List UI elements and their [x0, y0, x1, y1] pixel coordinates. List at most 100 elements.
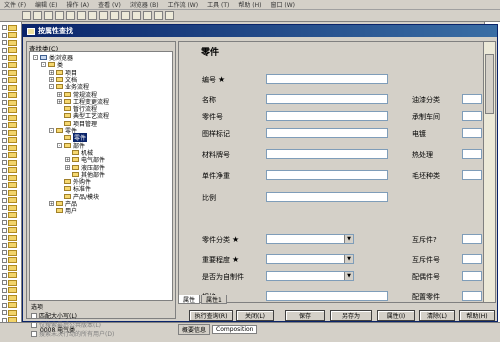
expand-toggle-icon[interactable] — [2, 152, 7, 158]
expand-toggle-icon[interactable] — [2, 175, 7, 180]
background-tree-node[interactable] — [2, 167, 20, 174]
expand-toggle-icon[interactable] — [2, 55, 7, 60]
toolbar-button[interactable] — [33, 11, 42, 20]
toolbar-button[interactable] — [165, 11, 174, 20]
expand-icon[interactable]: + — [49, 201, 54, 206]
background-tree-node[interactable] — [2, 32, 20, 39]
expand-toggle-icon[interactable] — [2, 100, 7, 105]
background-tree[interactable] — [0, 22, 22, 336]
menu-item[interactable]: 帮助 (H) — [238, 0, 261, 9]
background-tree-node[interactable] — [2, 264, 20, 271]
background-tree-node[interactable] — [2, 279, 20, 286]
background-tree-node[interactable] — [2, 212, 20, 219]
expand-toggle-icon[interactable] — [2, 242, 7, 248]
background-tree-node[interactable] — [2, 69, 20, 76]
expand-toggle-icon[interactable] — [2, 77, 7, 83]
form-scrollbar[interactable] — [483, 42, 495, 302]
expand-icon[interactable]: + — [49, 69, 54, 75]
field-input[interactable] — [462, 128, 482, 138]
properties-button[interactable]: 属性(I) — [377, 310, 415, 321]
background-tree-node[interactable] — [2, 272, 20, 279]
background-tree-node[interactable] — [2, 309, 20, 316]
toolbar-button[interactable] — [143, 11, 152, 20]
expand-toggle-icon[interactable] — [2, 190, 7, 195]
match-case-option[interactable]: 匹配大小写(L) — [31, 311, 77, 320]
background-tree-node[interactable] — [2, 287, 20, 294]
field-input[interactable] — [462, 254, 482, 264]
background-tree-node[interactable] — [2, 242, 20, 249]
toolbar-button[interactable] — [22, 11, 31, 20]
background-tree-node[interactable] — [2, 24, 20, 31]
toolbar-button[interactable] — [110, 11, 119, 20]
background-tree-node[interactable] — [2, 204, 20, 211]
status-tab-summary[interactable]: 概要信息 — [178, 324, 211, 335]
background-tree-node[interactable] — [2, 77, 20, 84]
field-input[interactable] — [462, 111, 482, 121]
background-tree-node[interactable] — [2, 54, 20, 61]
background-tree-node[interactable] — [2, 99, 20, 106]
expand-toggle-icon[interactable] — [2, 197, 7, 203]
expand-toggle-icon[interactable] — [2, 212, 7, 218]
background-tree-node[interactable] — [2, 257, 20, 264]
close-button[interactable]: 关闭(L) — [236, 310, 274, 321]
field-input[interactable] — [462, 170, 482, 180]
expand-toggle-icon[interactable] — [2, 167, 7, 173]
collapse-icon[interactable]: - — [49, 128, 54, 133]
expand-toggle-icon[interactable] — [2, 32, 7, 38]
expand-toggle-icon[interactable] — [2, 302, 7, 308]
background-tree-node[interactable] — [2, 107, 20, 114]
toolbar-button[interactable] — [66, 11, 75, 20]
pending-users-option[interactable]: 搜索未决行动的所有用户(D) — [31, 329, 114, 338]
expand-toggle-icon[interactable] — [2, 265, 7, 270]
expand-toggle-icon[interactable] — [2, 85, 7, 90]
field-input[interactable] — [266, 111, 388, 121]
background-tree-node[interactable] — [2, 47, 20, 54]
expand-toggle-icon[interactable] — [2, 40, 7, 45]
expand-toggle-icon[interactable] — [2, 182, 7, 188]
background-tree-node[interactable] — [2, 182, 20, 189]
background-tree-node[interactable] — [2, 302, 20, 309]
tab-attributes[interactable]: 属性 — [178, 295, 201, 304]
menu-item[interactable]: 浏览器 (B) — [130, 0, 159, 9]
dropdown-arrow-icon[interactable]: ▼ — [344, 272, 353, 280]
expand-toggle-icon[interactable] — [2, 250, 7, 255]
background-tree-node[interactable] — [2, 197, 20, 204]
menu-item[interactable]: 工作流 (W) — [168, 0, 199, 9]
run-query-button[interactable]: 执行查询(R) — [189, 310, 233, 321]
clear-button[interactable]: 清除(L) — [419, 310, 455, 321]
save-button[interactable]: 保存 — [285, 310, 325, 321]
background-tree-node[interactable] — [2, 159, 20, 166]
class-tree[interactable]: - 类浏览器 - 类 + 项目 + 文档 - 业务流程 + 常规流程 + 工程变更流程 暂行流程 典型工艺流程… — [29, 51, 173, 301]
expand-toggle-icon[interactable] — [2, 137, 7, 143]
tree-node[interactable]: - 类浏览器 — [33, 54, 73, 62]
expand-toggle-icon[interactable] — [2, 205, 7, 210]
latest-version-option[interactable]: 仅搜索最后公共版本(L) — [31, 320, 101, 329]
toolbar-button[interactable] — [88, 11, 97, 20]
expand-toggle-icon[interactable] — [2, 287, 7, 293]
field-input[interactable] — [266, 170, 388, 180]
field-input[interactable] — [462, 291, 482, 301]
background-tree-node[interactable] — [2, 249, 20, 256]
expand-icon[interactable]: + — [65, 164, 70, 170]
field-input[interactable] — [462, 271, 482, 281]
background-tree-node[interactable] — [2, 219, 20, 226]
field-select[interactable]: ▼ — [266, 234, 354, 244]
background-tree-node[interactable] — [2, 294, 20, 301]
expand-toggle-icon[interactable] — [2, 235, 7, 240]
expand-toggle-icon[interactable] — [2, 272, 7, 278]
background-tree-node[interactable] — [2, 227, 20, 234]
toolbar-button[interactable] — [132, 11, 141, 20]
toolbar-button[interactable] — [99, 11, 108, 20]
background-tree-node[interactable] — [2, 144, 20, 151]
background-tree-node[interactable] — [2, 137, 20, 144]
background-tree-node[interactable] — [2, 174, 20, 181]
field-input[interactable] — [462, 94, 482, 104]
toolbar-button[interactable] — [154, 11, 163, 20]
background-tree-node[interactable] — [2, 39, 20, 46]
expand-toggle-icon[interactable] — [2, 295, 7, 300]
background-tree-node[interactable] — [2, 189, 20, 196]
tree-node[interactable]: 用户 — [49, 207, 77, 215]
collapse-icon[interactable]: - — [57, 142, 62, 148]
expand-toggle-icon[interactable] — [2, 115, 7, 120]
field-input[interactable] — [266, 128, 388, 138]
